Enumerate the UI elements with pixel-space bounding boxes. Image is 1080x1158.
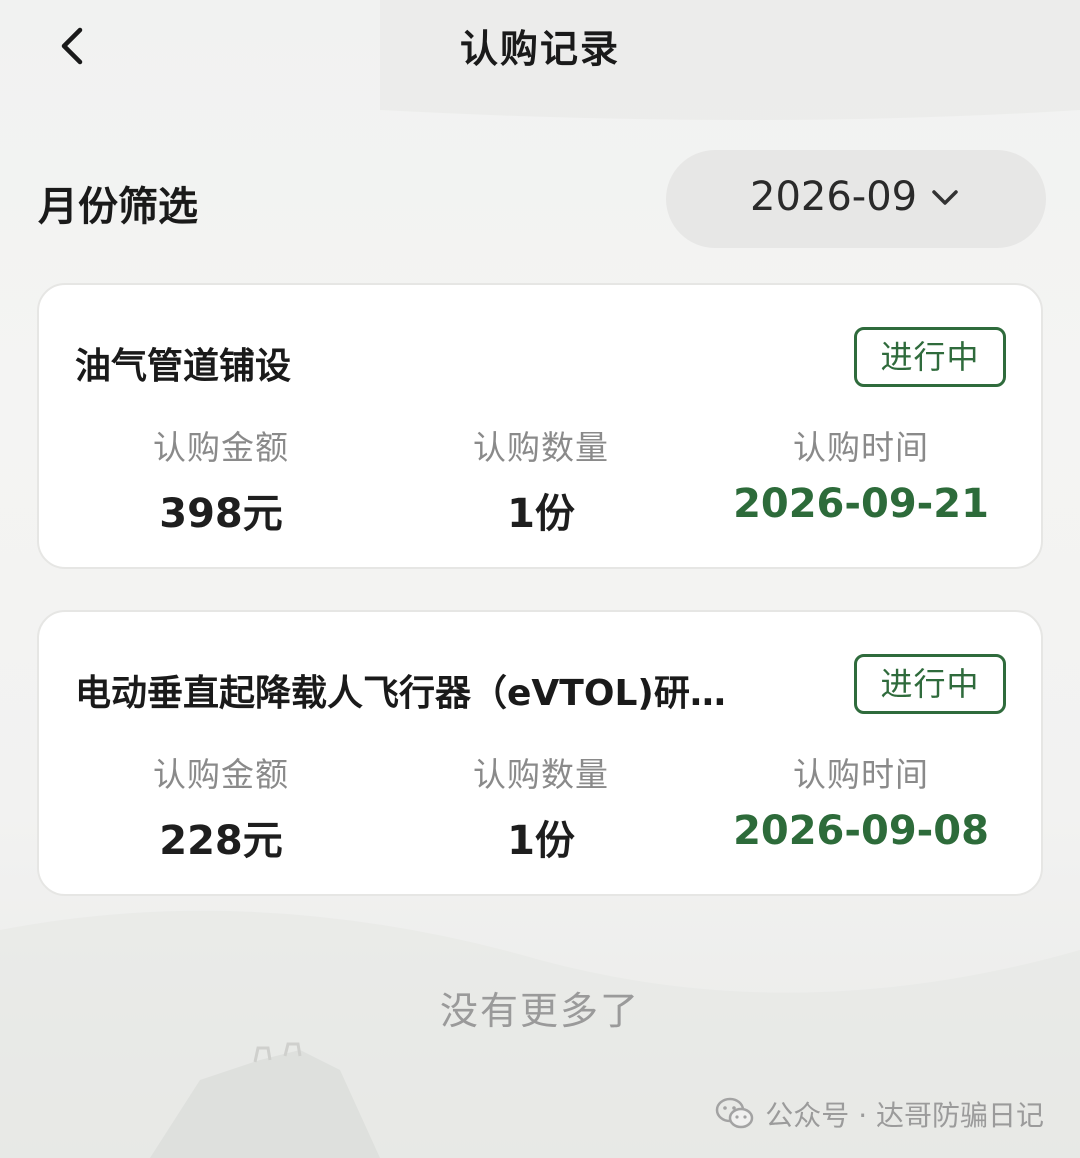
month-filter-label: 月份筛选 xyxy=(38,184,198,230)
quantity-value: 1份 xyxy=(507,818,575,864)
record-card[interactable]: 油气管道铺设 进行中 认购金额 398元 认购数量 1份 认购时间 2026-0… xyxy=(37,283,1043,569)
amount-value: 228元 xyxy=(159,818,283,864)
time-value: 2026-09-21 xyxy=(733,481,989,527)
time-label: 认购时间 xyxy=(793,428,929,467)
quantity-column: 认购数量 1份 xyxy=(381,285,701,571)
wechat-icon xyxy=(716,1097,754,1129)
chevron-down-icon xyxy=(928,186,962,210)
time-value: 2026-09-08 xyxy=(733,808,989,854)
amount-label: 认购金额 xyxy=(153,428,289,467)
quantity-label: 认购数量 xyxy=(473,755,609,794)
month-filter-row: 月份筛选 2026-09 xyxy=(0,150,1080,248)
amount-column: 认购金额 228元 xyxy=(61,612,381,898)
record-card[interactable]: 电动垂直起降载人飞行器（eVTOL)研… 进行中 认购金额 228元 认购数量 … xyxy=(37,610,1043,896)
watermark: 公众号 · 达哥防骗日记 xyxy=(715,1094,1044,1134)
selected-month-value: 2026-09 xyxy=(750,174,918,220)
amount-value: 398元 xyxy=(159,491,283,537)
time-label: 认购时间 xyxy=(793,755,929,794)
top-bar: 认购记录 xyxy=(0,0,1080,92)
month-select-dropdown[interactable]: 2026-09 xyxy=(666,150,1046,248)
no-more-text: 没有更多了 xyxy=(439,989,640,1033)
amount-column: 认购金额 398元 xyxy=(61,285,381,571)
page-title: 认购记录 xyxy=(459,27,620,71)
amount-label: 认购金额 xyxy=(153,755,289,794)
time-column: 认购时间 2026-09-21 xyxy=(701,285,1021,571)
time-column: 认购时间 2026-09-08 xyxy=(701,612,1021,898)
quantity-column: 认购数量 1份 xyxy=(381,612,701,898)
quantity-value: 1份 xyxy=(507,491,575,537)
quantity-label: 认购数量 xyxy=(473,428,609,467)
watermark-text: 公众号 · 达哥防骗日记 xyxy=(765,1099,1044,1132)
